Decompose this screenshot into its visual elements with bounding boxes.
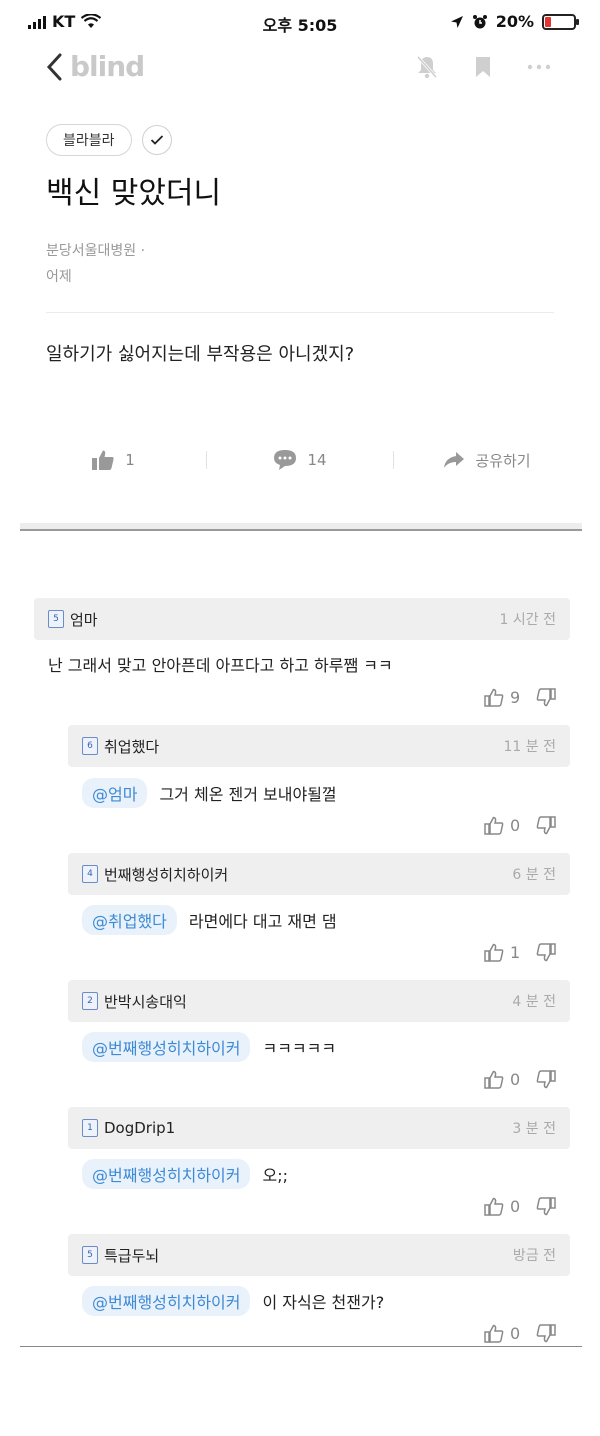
mention-tag[interactable]: @취업했다 bbox=[82, 905, 177, 935]
nav-actions bbox=[414, 54, 552, 80]
user-badge-icon: 4 bbox=[82, 865, 98, 883]
comment-votes: 1 bbox=[484, 943, 556, 962]
post-date: 어제 bbox=[46, 269, 72, 285]
upvote-count: 9 bbox=[510, 688, 521, 707]
reply-header: 2 반박시송대익 4 분 전 bbox=[68, 980, 570, 1022]
status-bar: KT 오후 5:05 20% bbox=[0, 0, 600, 46]
reply-text-row: @번째행성히치하이커 ㅋㅋㅋㅋㅋ bbox=[82, 1032, 336, 1062]
thumbs-down-outline-icon[interactable] bbox=[536, 1070, 556, 1089]
upvote-count: 1 bbox=[510, 943, 521, 962]
thumbs-down-outline-icon[interactable] bbox=[536, 1197, 556, 1216]
like-count: 1 bbox=[125, 451, 135, 469]
bookmark-icon[interactable] bbox=[470, 54, 496, 80]
status-right: 20% bbox=[450, 12, 579, 31]
comment-time: 3 분 전 bbox=[512, 1121, 556, 1137]
brand-logo: blind bbox=[70, 50, 145, 83]
thumbs-up-icon bbox=[92, 450, 114, 470]
comment-text: 이 자식은 천잰가? bbox=[262, 1293, 385, 1312]
reply-header: 5 특급두뇌 방금 전 bbox=[68, 1234, 570, 1276]
reply-text-row: @취업했다 라면에다 대고 재면 댐 bbox=[82, 905, 337, 935]
thumbs-down-outline-icon[interactable] bbox=[536, 1324, 556, 1343]
thumbs-up-outline-icon[interactable] bbox=[484, 688, 504, 707]
thumbs-up-outline-icon[interactable] bbox=[484, 943, 504, 962]
comment-votes: 0 bbox=[484, 1070, 556, 1089]
divider bbox=[46, 312, 554, 313]
comment-time: 방금 전 bbox=[512, 1248, 556, 1264]
category-chip[interactable]: 블라블라 bbox=[46, 124, 132, 156]
comment-text: 난 그래서 맞고 안아픈데 아프다고 하고 하루쨈 ㅋㅋ bbox=[48, 656, 393, 675]
comment-author[interactable]: 취업했다 bbox=[104, 736, 159, 757]
comment-author[interactable]: 번째행성히치하이커 bbox=[104, 864, 228, 885]
reply-text-row: @번째행성히치하이커 이 자식은 천잰가? bbox=[82, 1286, 384, 1316]
user-badge-icon: 5 bbox=[48, 610, 64, 628]
post-chips: 블라블라 bbox=[46, 124, 172, 156]
post-author: 분당서울대병원 · bbox=[46, 243, 146, 259]
nav-bar: blind bbox=[0, 46, 600, 90]
comment-votes: 9 bbox=[484, 688, 556, 707]
battery-percent: 20% bbox=[495, 12, 534, 31]
comment-votes: 0 bbox=[484, 816, 556, 835]
section-divider bbox=[20, 523, 582, 531]
share-button[interactable]: 공유하기 bbox=[394, 450, 580, 471]
comment-time: 6 분 전 bbox=[512, 867, 556, 883]
user-badge-icon: 5 bbox=[82, 1246, 98, 1264]
comment-bubble-icon bbox=[274, 450, 297, 470]
comment-author[interactable]: 특급두뇌 bbox=[104, 1245, 159, 1266]
comment-header: 5 엄마 1 시간 전 bbox=[34, 598, 570, 640]
more-options-icon[interactable] bbox=[526, 54, 552, 80]
thumbs-down-outline-icon[interactable] bbox=[536, 943, 556, 962]
comment-button[interactable]: 14 bbox=[207, 449, 393, 471]
mention-tag[interactable]: @번째행성히치하이커 bbox=[82, 1159, 251, 1189]
like-button[interactable]: 1 bbox=[20, 449, 206, 471]
alarm-icon bbox=[472, 14, 487, 28]
reply-header: 1 DogDrip1 3 분 전 bbox=[68, 1107, 570, 1149]
comment-author[interactable]: 엄마 bbox=[70, 609, 98, 630]
verified-check-icon[interactable] bbox=[141, 125, 172, 155]
share-arrow-icon bbox=[444, 452, 465, 468]
upvote-count: 0 bbox=[510, 1197, 521, 1216]
comment-time: 4 분 전 bbox=[512, 994, 556, 1010]
thumbs-down-outline-icon[interactable] bbox=[536, 816, 556, 835]
mention-tag[interactable]: @번째행성히치하이커 bbox=[82, 1286, 251, 1316]
reply-header: 6 취업했다 11 분 전 bbox=[68, 725, 570, 767]
notification-off-icon[interactable] bbox=[414, 54, 440, 80]
share-label: 공유하기 bbox=[475, 451, 531, 470]
mention-tag[interactable]: @번째행성히치하이커 bbox=[82, 1032, 251, 1062]
back-chevron-icon[interactable] bbox=[44, 52, 66, 82]
thumbs-up-outline-icon[interactable] bbox=[484, 1070, 504, 1089]
comment-text-row: 난 그래서 맞고 안아픈데 아프다고 하고 하루쨈 ㅋㅋ bbox=[48, 652, 393, 676]
location-arrow-icon bbox=[450, 15, 463, 28]
comment-votes: 0 bbox=[484, 1324, 556, 1343]
reply-header: 4 번째행성히치하이커 6 분 전 bbox=[68, 853, 570, 895]
user-badge-icon: 1 bbox=[82, 1119, 98, 1137]
comment-text: 오;; bbox=[262, 1166, 288, 1185]
comment-time: 11 분 전 bbox=[503, 739, 556, 755]
thumbs-down-outline-icon[interactable] bbox=[536, 688, 556, 707]
upvote-count: 0 bbox=[510, 1324, 521, 1343]
thumbs-up-outline-icon[interactable] bbox=[484, 1197, 504, 1216]
mention-tag[interactable]: @엄마 bbox=[82, 778, 148, 808]
user-badge-icon: 6 bbox=[82, 737, 98, 755]
comment-time: 1 시간 전 bbox=[499, 612, 556, 628]
bottom-divider bbox=[20, 1346, 582, 1347]
comment-text: 라면에다 대고 재면 댐 bbox=[188, 912, 337, 931]
battery-icon bbox=[542, 13, 579, 30]
comment-author[interactable]: 반박시송대익 bbox=[104, 991, 187, 1012]
comment-text: ㅋㅋㅋㅋㅋ bbox=[262, 1039, 337, 1058]
upvote-count: 0 bbox=[510, 816, 521, 835]
post-body: 일하기가 싫어지는데 부작용은 아니겠지? bbox=[46, 344, 355, 365]
user-badge-icon: 2 bbox=[82, 992, 98, 1010]
comment-author[interactable]: DogDrip1 bbox=[104, 1119, 175, 1137]
thumbs-up-outline-icon[interactable] bbox=[484, 816, 504, 835]
upvote-count: 0 bbox=[510, 1070, 521, 1089]
thumbs-up-outline-icon[interactable] bbox=[484, 1324, 504, 1343]
reply-text-row: @번째행성히치하이커 오;; bbox=[82, 1159, 288, 1189]
comment-text: 그거 체온 젠거 보내야될껄 bbox=[159, 785, 337, 804]
comment-votes: 0 bbox=[484, 1197, 556, 1216]
comment-count: 14 bbox=[307, 451, 327, 469]
post-actions: 1 14 공유하기 bbox=[20, 440, 580, 480]
reply-text-row: @엄마 그거 체온 젠거 보내야될껄 bbox=[82, 778, 337, 808]
post-title: 백신 맞았더니 bbox=[46, 176, 222, 211]
